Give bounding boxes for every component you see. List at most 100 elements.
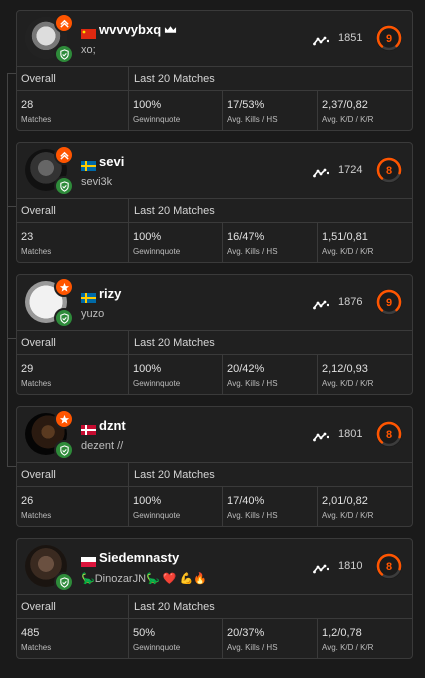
winrate-value: 100% <box>133 495 162 507</box>
stats-header-row: Overall Last 20 Matches <box>17 594 412 619</box>
matches-label: Matches <box>21 379 52 388</box>
overall-label: Overall <box>21 73 56 85</box>
player-header: rizy yuzo 1876 9 <box>17 275 412 330</box>
kd-kr-stat: 2,12/0,93 Avg. K/D / K/R <box>318 355 412 394</box>
elo-value: 1876 <box>338 296 363 308</box>
poland-flag-icon <box>81 554 96 567</box>
winrate-stat: 100% Gewinnquote <box>129 91 223 130</box>
player-header: wvvvybxq xo; 1851 9 <box>17 11 412 66</box>
player-card[interactable]: Siedemnasty 🦕DinozarJN🦕 ❤️ 💪🔥 1810 8 Ove… <box>16 538 413 659</box>
verified-shield-icon <box>54 440 74 460</box>
kills-hs-stat: 17/53% Avg. Kills / HS <box>223 91 318 130</box>
kd-kr-value: 2,12/0,93 <box>322 363 368 375</box>
player-header: Siedemnasty 🦕DinozarJN🦕 ❤️ 💪🔥 1810 8 <box>17 539 412 594</box>
stats-header-row: Overall Last 20 Matches <box>17 198 412 223</box>
winrate-label: Gewinnquote <box>133 379 181 388</box>
winrate-stat: 50% Gewinnquote <box>129 619 223 658</box>
winrate-label: Gewinnquote <box>133 115 181 124</box>
party-connector-branch <box>7 206 16 207</box>
player-header: sevi sevi3k 1724 8 <box>17 143 412 198</box>
player-name[interactable]: sevi <box>99 154 124 169</box>
winrate-stat: 100% Gewinnquote <box>129 355 223 394</box>
player-card[interactable]: dznt dezent // 1801 8 Overall Last 20 Ma… <box>16 406 413 527</box>
china-flag-icon <box>81 26 96 39</box>
overall-label: Overall <box>21 337 56 349</box>
kills-hs-stat: 16/47% Avg. Kills / HS <box>223 223 318 262</box>
matches-stat: 29 Matches <box>17 355 129 394</box>
last-20-matches-label: Last 20 Matches <box>134 205 215 217</box>
kills-hs-value: 20/42% <box>227 363 265 375</box>
matches-label: Matches <box>21 115 52 124</box>
winrate-value: 100% <box>133 99 162 111</box>
matches-stat: 23 Matches <box>17 223 129 262</box>
party-connector-branch <box>7 73 16 74</box>
player-card[interactable]: rizy yuzo 1876 9 Overall Last 20 Matches… <box>16 274 413 395</box>
kd-kr-value: 2,01/0,82 <box>322 495 368 507</box>
winrate-stat: 100% Gewinnquote <box>129 223 223 262</box>
stats-values-row: 23 Matches 100% Gewinnquote 16/47% Avg. … <box>17 223 412 262</box>
level-number: 8 <box>386 165 392 177</box>
kd-kr-label: Avg. K/D / K/R <box>322 511 374 520</box>
elo-graph-icon <box>313 561 330 574</box>
matches-label: Matches <box>21 643 52 652</box>
sweden-flag-icon <box>81 158 96 171</box>
star-icon <box>54 409 74 429</box>
matches-stat: 28 Matches <box>17 91 129 130</box>
kills-hs-stat: 17/40% Avg. Kills / HS <box>223 487 318 526</box>
player-nickname: dezent // <box>81 440 124 452</box>
kills-hs-value: 16/47% <box>227 231 265 243</box>
elo-value: 1801 <box>338 428 363 440</box>
verified-shield-icon <box>54 44 74 64</box>
kills-hs-stat: 20/37% Avg. Kills / HS <box>223 619 318 658</box>
player-name[interactable]: wvvvybxq <box>99 22 177 37</box>
kd-kr-stat: 1,51/0,81 Avg. K/D / K/R <box>318 223 412 262</box>
player-card[interactable]: sevi sevi3k 1724 8 Overall Last 20 Match… <box>16 142 413 263</box>
kills-hs-stat: 20/42% Avg. Kills / HS <box>223 355 318 394</box>
elo-value: 1810 <box>338 560 363 572</box>
kd-kr-stat: 2,37/0,82 Avg. K/D / K/R <box>318 91 412 130</box>
matches-value: 28 <box>21 99 34 111</box>
kd-kr-stat: 2,01/0,82 Avg. K/D / K/R <box>318 487 412 526</box>
last-20-matches-label: Last 20 Matches <box>134 73 215 85</box>
stats-values-row: 29 Matches 100% Gewinnquote 20/42% Avg. … <box>17 355 412 394</box>
matches-value: 26 <box>21 495 34 507</box>
player-nickname: xo; <box>81 44 96 56</box>
kills-hs-label: Avg. Kills / HS <box>227 115 278 124</box>
winrate-stat: 100% Gewinnquote <box>129 487 223 526</box>
elo-graph-icon <box>313 165 330 178</box>
winrate-label: Gewinnquote <box>133 643 181 652</box>
skill-level-badge: 8 <box>375 156 403 184</box>
player-card[interactable]: wvvvybxq xo; 1851 9 Overall Last 20 Matc… <box>16 10 413 131</box>
kills-hs-label: Avg. Kills / HS <box>227 247 278 256</box>
overall-label: Overall <box>21 205 56 217</box>
matches-label: Matches <box>21 511 52 520</box>
crown-icon <box>161 22 177 37</box>
level-number: 8 <box>386 429 392 441</box>
sweden-flag-icon <box>81 290 96 303</box>
verified-shield-icon <box>54 572 74 592</box>
kd-kr-label: Avg. K/D / K/R <box>322 379 374 388</box>
kills-hs-value: 17/53% <box>227 99 265 111</box>
skill-level-badge: 8 <box>375 420 403 448</box>
matches-value: 485 <box>21 627 40 639</box>
player-name[interactable]: dznt <box>99 418 126 433</box>
player-nickname: yuzo <box>81 308 105 320</box>
kills-hs-value: 20/37% <box>227 627 265 639</box>
kd-kr-label: Avg. K/D / K/R <box>322 643 374 652</box>
elo-graph-icon <box>313 33 330 46</box>
player-name[interactable]: Siedemnasty <box>99 550 179 565</box>
player-name[interactable]: rizy <box>99 286 121 301</box>
star-icon <box>54 277 74 297</box>
overall-label: Overall <box>21 601 56 613</box>
player-header: dznt dezent // 1801 8 <box>17 407 412 462</box>
party-connector-line <box>7 73 8 466</box>
party-connector-branch <box>7 338 16 339</box>
overall-label: Overall <box>21 469 56 481</box>
denmark-flag-icon <box>81 422 96 435</box>
kills-hs-label: Avg. Kills / HS <box>227 511 278 520</box>
kills-hs-label: Avg. Kills / HS <box>227 643 278 652</box>
kd-kr-label: Avg. K/D / K/R <box>322 115 374 124</box>
elo-graph-icon <box>313 297 330 310</box>
level-number: 8 <box>386 561 392 573</box>
matches-value: 23 <box>21 231 34 243</box>
